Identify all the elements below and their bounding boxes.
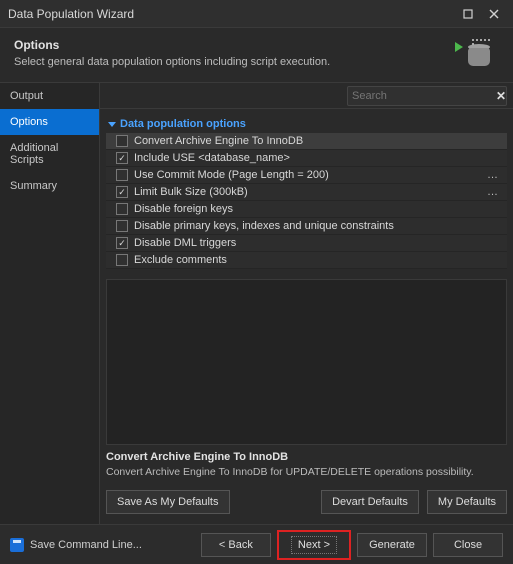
next-button-label: Next > (291, 536, 337, 554)
clear-search-icon[interactable]: ✕ (494, 89, 508, 103)
sidebar-item-label: Output (10, 90, 43, 102)
section-title: Data population options (120, 118, 246, 130)
option-checkbox[interactable] (116, 220, 128, 232)
sidebar: Output Options Additional Scripts Summar… (0, 83, 100, 524)
window-title: Data Population Wizard (8, 7, 453, 21)
maximize-button[interactable] (457, 5, 479, 23)
option-row[interactable]: Disable DML triggers (106, 235, 507, 252)
option-row[interactable]: Limit Bulk Size (300kB)… (106, 184, 507, 201)
wizard-window: Data Population Wizard Options Select ge… (0, 0, 513, 564)
my-defaults-button[interactable]: My Defaults (427, 490, 507, 514)
sidebar-item-label: Summary (10, 180, 57, 192)
option-label: Disable primary keys, indexes and unique… (134, 220, 505, 232)
save-command-line-label: Save Command Line... (30, 539, 142, 551)
save-as-defaults-button[interactable]: Save As My Defaults (106, 490, 230, 514)
option-row[interactable]: Disable primary keys, indexes and unique… (106, 218, 507, 235)
populate-database-icon (465, 38, 493, 66)
option-row[interactable]: Use Commit Mode (Page Length = 200)… (106, 167, 507, 184)
description-title: Convert Archive Engine To InnoDB (106, 451, 507, 463)
option-label: Disable DML triggers (134, 237, 505, 249)
sidebar-item-summary[interactable]: Summary (0, 173, 99, 199)
sidebar-item-options[interactable]: Options (0, 109, 99, 135)
option-checkbox[interactable] (116, 186, 128, 198)
search-input[interactable] (352, 90, 494, 102)
section-header[interactable]: Data population options (106, 115, 507, 133)
option-more-icon[interactable]: … (481, 169, 505, 181)
option-checkbox[interactable] (116, 237, 128, 249)
option-checkbox[interactable] (116, 169, 128, 181)
option-row[interactable]: Disable foreign keys (106, 201, 507, 218)
option-row[interactable]: Convert Archive Engine To InnoDB (106, 133, 507, 150)
option-label: Use Commit Mode (Page Length = 200) (134, 169, 481, 181)
search-box[interactable]: ✕ (347, 86, 507, 106)
option-checkbox[interactable] (116, 135, 128, 147)
option-checkbox[interactable] (116, 203, 128, 215)
option-label: Exclude comments (134, 254, 505, 266)
option-row[interactable]: Exclude comments (106, 252, 507, 269)
titlebar: Data Population Wizard (0, 0, 513, 28)
sidebar-item-output[interactable]: Output (0, 83, 99, 109)
header: Options Select general data population o… (0, 28, 513, 83)
close-window-button[interactable] (483, 5, 505, 23)
page-title: Options (14, 38, 459, 52)
option-checkbox[interactable] (116, 254, 128, 266)
options-empty-area (106, 279, 507, 445)
generate-button[interactable]: Generate (357, 533, 427, 557)
close-button[interactable]: Close (433, 533, 503, 557)
collapse-icon (108, 122, 116, 127)
option-label: Include USE <database_name> (134, 152, 505, 164)
options-list: Data population options Convert Archive … (100, 109, 513, 279)
next-button[interactable]: Next > (277, 530, 351, 560)
sidebar-item-additional-scripts[interactable]: Additional Scripts (0, 135, 99, 173)
option-more-icon[interactable]: … (481, 186, 505, 198)
option-label: Disable foreign keys (134, 203, 505, 215)
back-button[interactable]: < Back (201, 533, 271, 557)
option-checkbox[interactable] (116, 152, 128, 164)
option-label: Convert Archive Engine To InnoDB (134, 135, 505, 147)
main-panel: ✕ Data population options Convert Archiv… (100, 83, 513, 524)
description-body: Convert Archive Engine To InnoDB for UPD… (106, 466, 507, 478)
save-command-line-button[interactable]: Save Command Line... (10, 538, 142, 552)
option-description: Convert Archive Engine To InnoDB Convert… (106, 451, 507, 478)
option-label: Limit Bulk Size (300kB) (134, 186, 481, 198)
option-row[interactable]: Include USE <database_name> (106, 150, 507, 167)
sidebar-item-label: Additional Scripts (10, 142, 58, 166)
devart-defaults-button[interactable]: Devart Defaults (321, 490, 419, 514)
save-icon (10, 538, 24, 552)
sidebar-item-label: Options (10, 116, 48, 128)
header-icon (459, 38, 499, 68)
footer: Save Command Line... < Back Next > Gener… (0, 524, 513, 564)
page-subtitle: Select general data population options i… (14, 56, 459, 68)
